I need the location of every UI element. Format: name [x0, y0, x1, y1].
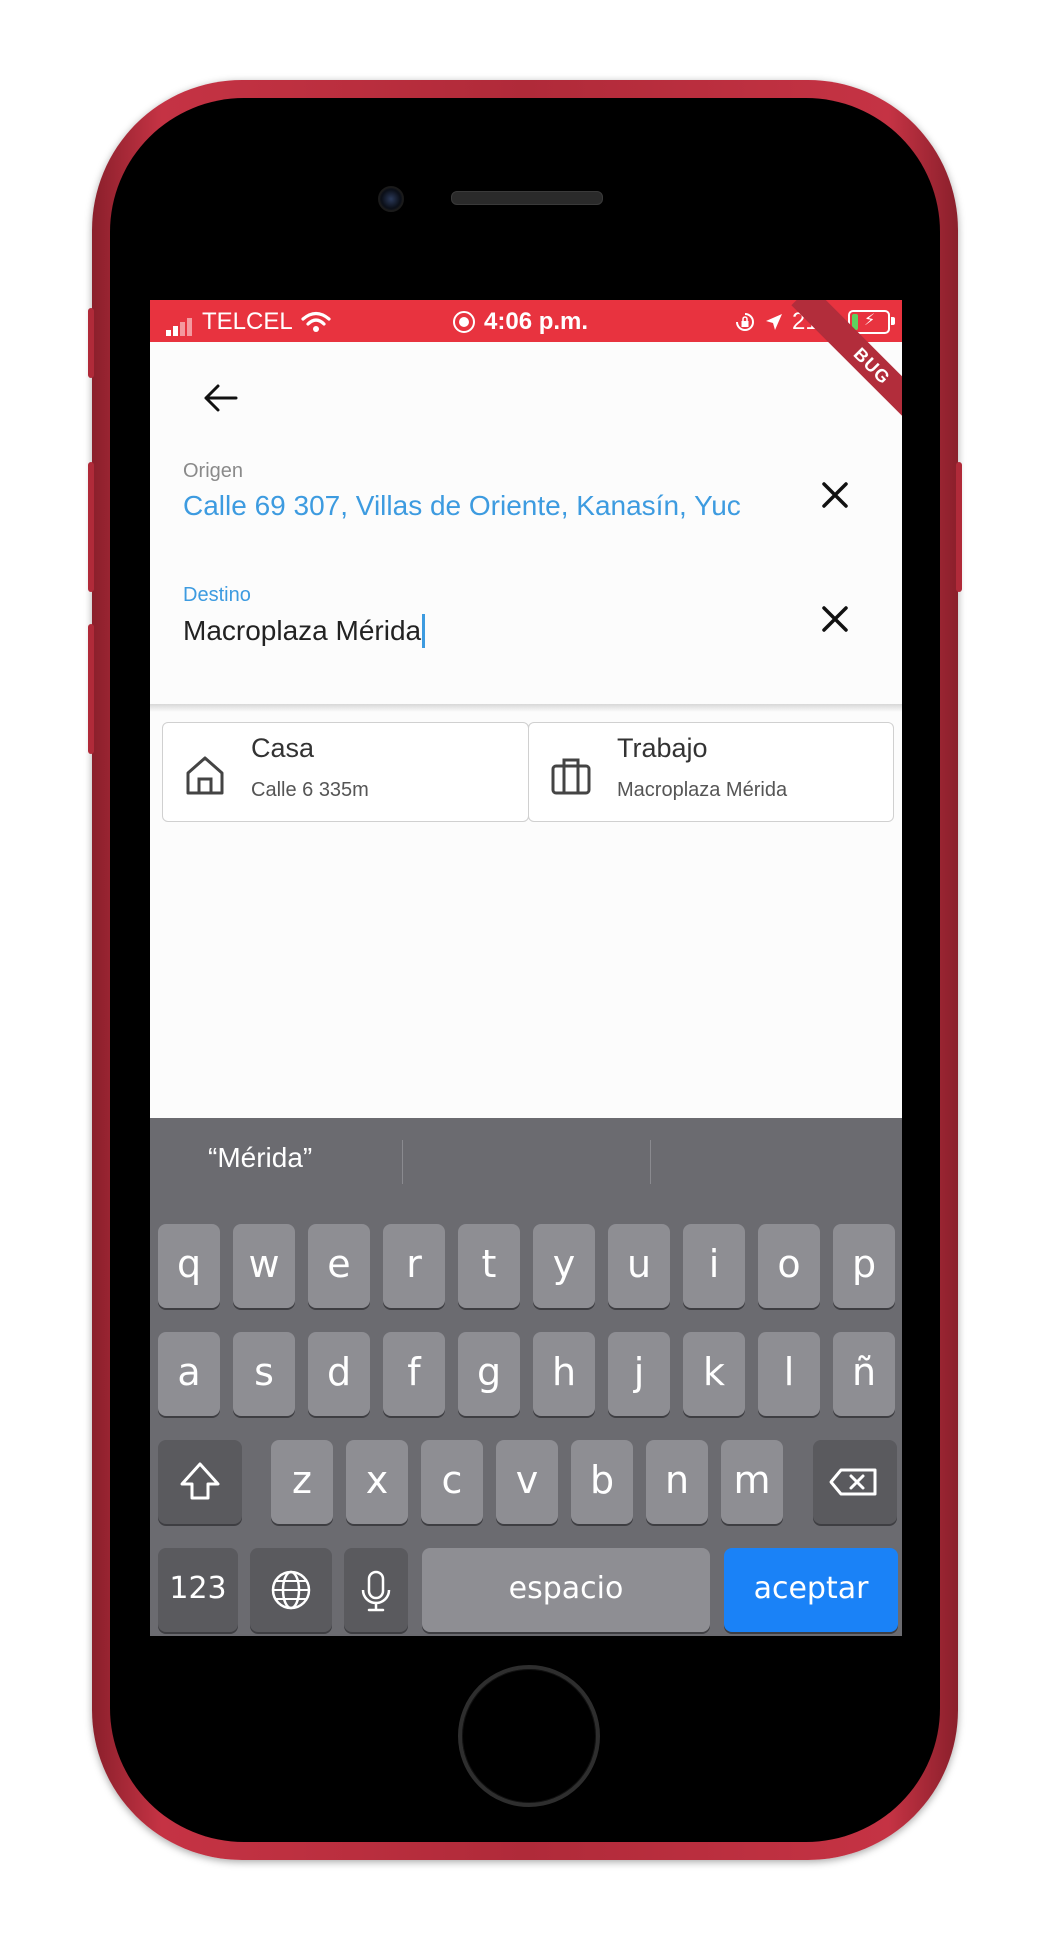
numbers-key[interactable]: 123 — [158, 1548, 238, 1632]
suggestion-bar: “Mérida” — [150, 1118, 902, 1200]
suggestion-item[interactable]: “Mérida” — [208, 1142, 312, 1174]
shortcut-title: Trabajo — [617, 733, 708, 763]
backspace-key[interactable] — [813, 1440, 897, 1524]
key-w[interactable]: w — [233, 1224, 295, 1308]
key-k[interactable]: k — [683, 1332, 745, 1416]
backspace-icon — [829, 1468, 877, 1496]
earpiece-speaker — [451, 191, 603, 205]
key-enie[interactable]: ñ — [833, 1332, 895, 1416]
globe-key[interactable] — [250, 1548, 332, 1632]
key-r[interactable]: r — [383, 1224, 445, 1308]
return-key[interactable]: aceptar — [724, 1548, 898, 1632]
orientation-lock-icon — [735, 313, 754, 331]
location-icon — [765, 314, 782, 330]
shortcut-card-home[interactable]: Casa Calle 6 335m — [162, 722, 529, 822]
microphone-icon — [361, 1570, 391, 1612]
shortcut-subtitle: Calle 6 335m — [251, 779, 369, 801]
status-bar: TELCEL 4:06 p.m. 21% — [150, 300, 902, 342]
status-time: 4:06 p.m. — [484, 308, 589, 335]
key-o[interactable]: o — [758, 1224, 820, 1308]
shift-icon — [180, 1462, 220, 1500]
key-g[interactable]: g — [458, 1332, 520, 1416]
destination-value: Macroplaza Mérida — [183, 615, 422, 646]
carrier-name: TELCEL — [202, 308, 293, 335]
space-key[interactable]: espacio — [422, 1548, 710, 1632]
key-c[interactable]: c — [421, 1440, 483, 1524]
key-a[interactable]: a — [158, 1332, 220, 1416]
wifi-icon — [301, 311, 331, 332]
key-s[interactable]: s — [233, 1332, 295, 1416]
key-b[interactable]: b — [571, 1440, 633, 1524]
shortcut-subtitle: Macroplaza Mérida — [617, 779, 788, 801]
suggestion-separator — [650, 1140, 651, 1184]
shortcut-card-work[interactable]: Trabajo Macroplaza Mérida — [528, 722, 894, 822]
key-l[interactable]: l — [758, 1332, 820, 1416]
shortcut-title: Casa — [251, 733, 315, 763]
origin-input[interactable]: Calle 69 307, Villas de Oriente, Kanasín… — [183, 490, 741, 522]
power-button — [956, 462, 962, 592]
key-f[interactable]: f — [383, 1332, 445, 1416]
clear-destination-icon[interactable] — [818, 602, 852, 636]
key-m[interactable]: m — [721, 1440, 783, 1524]
key-v[interactable]: v — [496, 1440, 558, 1524]
key-p[interactable]: p — [833, 1224, 895, 1308]
globe-icon — [271, 1570, 311, 1610]
key-h[interactable]: h — [533, 1332, 595, 1416]
volume-down-button — [88, 624, 94, 754]
front-camera — [378, 186, 404, 212]
destination-input[interactable]: Macroplaza Mérida — [183, 614, 426, 648]
key-i[interactable]: i — [683, 1224, 745, 1308]
origin-label: Origen — [183, 460, 244, 482]
destination-label: Destino — [183, 584, 251, 606]
key-n[interactable]: n — [646, 1440, 708, 1524]
clear-origin-icon[interactable] — [818, 478, 852, 512]
keyboard: “Mérida” q w e r t y u i o p a s d f g h… — [150, 1118, 902, 1636]
app-screen: TELCEL 4:06 p.m. 21% — [150, 300, 902, 1636]
shift-key[interactable] — [158, 1440, 242, 1524]
key-u[interactable]: u — [608, 1224, 670, 1308]
key-q[interactable]: q — [158, 1224, 220, 1308]
mute-switch — [88, 308, 94, 378]
volume-up-button — [88, 462, 94, 592]
home-icon — [186, 756, 224, 795]
key-t[interactable]: t — [458, 1224, 520, 1308]
key-z[interactable]: z — [271, 1440, 333, 1524]
dictation-key[interactable] — [344, 1548, 408, 1632]
screen-recording-icon — [453, 311, 475, 333]
key-y[interactable]: y — [533, 1224, 595, 1308]
text-cursor — [422, 614, 426, 648]
key-j[interactable]: j — [608, 1332, 670, 1416]
briefcase-icon — [551, 758, 591, 795]
signal-icon — [166, 308, 194, 336]
key-e[interactable]: e — [308, 1224, 370, 1308]
back-arrow-icon[interactable] — [200, 378, 240, 418]
suggestion-separator — [402, 1140, 403, 1184]
home-button[interactable] — [458, 1665, 600, 1807]
form-divider — [150, 704, 902, 712]
key-x[interactable]: x — [346, 1440, 408, 1524]
key-d[interactable]: d — [308, 1332, 370, 1416]
